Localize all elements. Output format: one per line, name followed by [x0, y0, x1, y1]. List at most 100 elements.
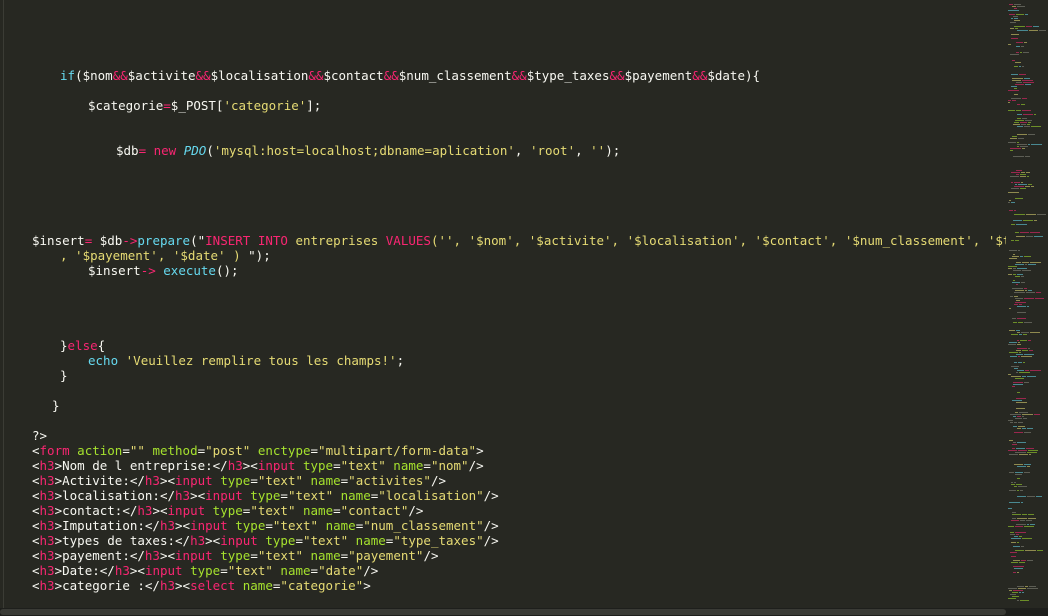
code-line[interactable]: <h3>contact:</h3><input type="text" name…	[32, 503, 423, 518]
indent-guide	[3, 0, 4, 608]
code-line[interactable]: <h3>Nom de l entreprise:</h3><input type…	[32, 458, 484, 473]
minimap-line	[1027, 124, 1030, 125]
minimap-line	[1011, 172, 1020, 173]
code-line[interactable]: <h3>localisation:</h3><input type="text"…	[32, 488, 499, 503]
code-line[interactable]: <h3>payement:</h3><input type="text" nam…	[32, 548, 439, 563]
code-token: ("	[190, 233, 206, 248]
minimap-line	[1035, 298, 1044, 299]
code-line[interactable]: <h3>Imputation:</h3><input type="text" n…	[32, 518, 499, 533]
code-token: ,	[514, 143, 530, 158]
minimap-line	[1026, 26, 1032, 27]
code-line[interactable]: ?>	[32, 428, 47, 443]
minimap-line	[1019, 536, 1022, 537]
minimap-line	[1013, 572, 1016, 573]
minimap-line	[1022, 66, 1024, 67]
minimap-line	[1015, 452, 1026, 453]
code-token: />	[483, 533, 499, 548]
minimap-line	[1009, 250, 1017, 251]
minimap-line	[1021, 282, 1025, 283]
code-line[interactable]: }	[52, 398, 60, 413]
minimap-line	[1029, 454, 1031, 455]
code-line[interactable]: $categorie=$_POST['categorie'];	[88, 98, 321, 113]
code-token: =	[423, 458, 431, 473]
code-line[interactable]: echo 'Veuillez remplire tous les champs!…	[88, 353, 404, 368]
code-line[interactable]: <h3>Activite:</h3><input type="text" nam…	[32, 473, 446, 488]
code-line[interactable]: <h3>types de taxes:</h3><input type="tex…	[32, 533, 499, 548]
code-editor[interactable]: if($nom&&$activite&&$localisation&&$cont…	[0, 0, 1006, 608]
minimap-line	[1025, 586, 1028, 587]
code-line[interactable]: <h3>Date:</h3><input type="text" name="d…	[32, 563, 378, 578]
horizontal-scrollbar[interactable]	[0, 608, 1048, 616]
minimap-line	[1012, 514, 1021, 515]
minimap-line	[1037, 214, 1046, 215]
minimap-line	[1015, 198, 1023, 199]
minimap-line	[1027, 176, 1029, 177]
minimap-line	[1020, 176, 1026, 177]
code-token: input	[175, 473, 213, 488]
minimap[interactable]	[1006, 0, 1048, 608]
code-token: $db	[116, 143, 139, 158]
minimap-line	[1010, 176, 1019, 177]
minimap-line	[1029, 350, 1033, 351]
minimap-line	[1009, 258, 1017, 259]
minimap-line	[1009, 330, 1015, 331]
code-token: h3	[39, 518, 55, 533]
minimap-line	[1022, 80, 1033, 81]
code-line[interactable]: <form action="" method="post" enctype="m…	[32, 443, 484, 458]
code-token: />	[430, 473, 447, 488]
minimap-line	[1019, 412, 1028, 413]
minimap-line	[1009, 308, 1011, 309]
code-line[interactable]: }else{	[60, 338, 105, 353]
minimap-line	[1019, 372, 1030, 373]
minimap-line	[1030, 370, 1041, 371]
scrollbar-thumb[interactable]	[0, 609, 1006, 615]
code-token: ];	[306, 98, 322, 113]
code-token: type	[182, 563, 221, 578]
minimap-line	[1015, 264, 1024, 265]
minimap-line	[1021, 332, 1029, 333]
minimap-line	[1011, 224, 1015, 225]
code-token: type	[257, 533, 296, 548]
minimap-line	[1015, 474, 1022, 475]
minimap-line	[1011, 202, 1015, 203]
minimap-line	[1014, 210, 1016, 211]
minimap-line	[1023, 114, 1033, 115]
code-token: $insert	[88, 263, 141, 278]
code-line[interactable]: if($nom&&$activite&&$localisation&&$cont…	[60, 68, 760, 83]
code-token: prepare	[137, 233, 191, 248]
code-token: method	[144, 443, 198, 458]
code-token: name	[333, 488, 371, 503]
minimap-line	[1013, 254, 1015, 255]
minimap-line	[1018, 422, 1023, 423]
minimap-line	[1016, 46, 1020, 47]
minimap-line	[1008, 110, 1015, 111]
minimap-line	[1018, 250, 1020, 251]
minimap-line	[1024, 354, 1034, 355]
code-token: }	[60, 338, 68, 353]
code-line[interactable]: $insert-> execute();	[88, 263, 239, 278]
minimap-line	[1013, 546, 1020, 547]
code-line[interactable]: $db= new PDO('mysql:host=localhost;dbnam…	[116, 143, 620, 158]
code-line[interactable]: , '$payement', '$date' ) ");	[60, 248, 271, 263]
minimap-line	[1016, 284, 1018, 285]
code-token: =	[250, 548, 258, 563]
minimap-line	[1028, 134, 1035, 135]
minimap-line	[1011, 334, 1018, 335]
minimap-line	[1023, 52, 1029, 53]
minimap-line	[1016, 448, 1025, 449]
minimap-line	[1008, 374, 1011, 375]
minimap-line	[1021, 104, 1025, 105]
minimap-line	[1016, 398, 1026, 399]
minimap-line	[1027, 428, 1033, 429]
code-token: $activite	[127, 68, 196, 83]
code-line[interactable]: $insert= $db->prepare("INSERT INTO entre…	[32, 233, 1006, 248]
code-token: PDO	[183, 143, 207, 158]
code-token: h3	[175, 488, 191, 503]
code-token: h3	[39, 563, 55, 578]
code-token: "text"	[272, 518, 319, 533]
code-line[interactable]: <h3>categorie :</h3><select name="catego…	[32, 578, 371, 593]
code-token: name	[272, 563, 311, 578]
code-token: = new	[138, 143, 184, 158]
minimap-line	[1014, 20, 1020, 21]
code-line[interactable]: }	[60, 368, 68, 383]
